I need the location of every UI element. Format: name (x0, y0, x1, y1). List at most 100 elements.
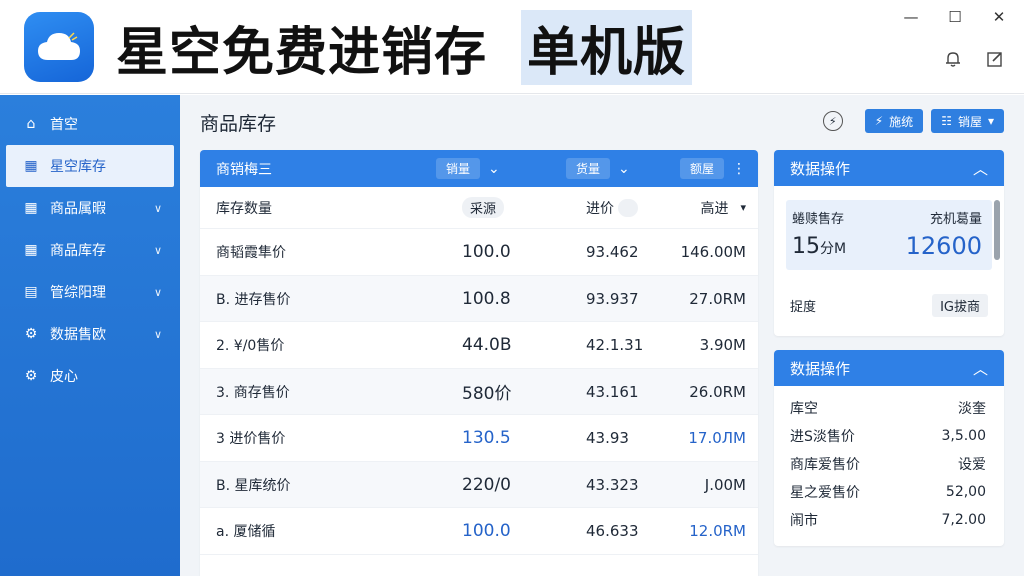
table-row[interactable]: B. 星库统价 220/0 43.323 J.00M (200, 461, 758, 508)
stat-value-left-number: 15 (792, 234, 820, 259)
more-icon[interactable]: ⋮ (732, 161, 746, 177)
cell-total: 12.0RM (689, 522, 746, 541)
list-icon: ☷ (941, 114, 952, 128)
close-button[interactable]: ✕ (988, 6, 1010, 28)
sidebar-item-home[interactable]: ⌂ 首空 (0, 103, 180, 145)
cell-qty: 100.8 (462, 288, 511, 309)
cell-price: 93.937 (586, 289, 639, 308)
kv-value: 7,2.00 (941, 512, 986, 528)
table-row[interactable]: B. 进存售价 100.8 93.937 27.0RM (200, 275, 758, 322)
cell-name: B. 星库统价 (216, 477, 291, 494)
chevron-up-icon[interactable]: ︿ (973, 358, 988, 379)
app-logo (24, 12, 94, 82)
stat-value-left: 15分M (792, 234, 846, 259)
progress-line: 捉度 IG拔商 (790, 294, 988, 317)
sidebar-item-center[interactable]: ⚙ 皮心 (0, 355, 180, 397)
filter-amount[interactable]: 额屋 ⋮ (679, 158, 746, 179)
window-controls: — ☐ ✕ (900, 6, 1010, 28)
title-bar: 星空免费进销存 单机版 — ☐ ✕ (0, 0, 1024, 94)
grid-icon: ▦ (24, 158, 38, 174)
maximize-button[interactable]: ☐ (944, 6, 966, 28)
cell-name: 商韬霞隼价 (216, 245, 286, 262)
table-head: 商销梅三 销量 ⌄ 货量 ⌄ 额屋 ⋮ (200, 150, 758, 187)
cell-qty: 220/0 (462, 474, 511, 495)
table-row[interactable]: a. 厦储循 100.0 46.633 12.0RM (200, 508, 758, 555)
cell-qty: 130.5 (462, 428, 511, 449)
kv-label: 进S淡售价 (790, 429, 855, 445)
power-icon[interactable]: ⚡ (822, 111, 843, 131)
table-row[interactable]: 3 进价售价 130.5 43.93 17.0ЛM (200, 415, 758, 462)
table-row[interactable]: 3. 商存售价 580价 43.161 26.0RM (200, 368, 758, 415)
stat-value-left-suffix: 分M (820, 241, 847, 257)
filter-sales[interactable]: 销量 ⌄ (436, 158, 500, 179)
page-actions: ⚡ ⚡ 施统 ☷ 销屋 ▾ (822, 109, 1004, 133)
sidebar-item-label: 商品库存 (50, 243, 106, 259)
filter-stock[interactable]: 货量 ⌄ (566, 158, 630, 179)
sidebar-item-data[interactable]: ⚙ 数据售欧 ∨ (0, 313, 180, 355)
card-header[interactable]: 数据操作 ︿ (774, 150, 1004, 186)
data-card-summary: 数据操作 ︿ 蜷赎售存 充机葛量 15分M 12600 捉度 IG拔商 (774, 150, 1004, 336)
app-title-text: 星空免费进销存 (116, 22, 488, 83)
cell-total: 27.0RM (689, 289, 746, 308)
sidebar-item-products[interactable]: ▦ 商品属暇 ∨ (0, 187, 180, 229)
data-card-operations: 数据操作 ︿ 库空 淡奎 进S淡售价 3,5.00 商库爱售价 设爱 星之爱售价 52,00 闹… (774, 350, 1004, 546)
table-row[interactable]: 商韬霞隼价 100.0 93.462 146.00M (200, 229, 758, 276)
progress-value: IG拔商 (932, 294, 988, 317)
scrollbar[interactable] (994, 200, 1000, 260)
cell-price: 43.323 (586, 475, 639, 494)
inventory-table: 商销梅三 销量 ⌄ 货量 ⌄ 额屋 ⋮ 库存数量 采源 进价 高进 ▾ 商韬霞隼价… (200, 150, 758, 576)
cell-price: 46.633 (586, 522, 639, 541)
cell-price: 42.1.31 (586, 336, 644, 355)
stat-value-right: 12600 (905, 232, 982, 260)
edit-icon[interactable] (984, 48, 1006, 70)
action-button[interactable]: ⚡ 施统 (864, 109, 924, 133)
sidebar-item-product-stock[interactable]: ▦ 商品库存 ∨ (0, 229, 180, 271)
stat-label-right: 充机葛量 (929, 212, 982, 227)
card-title: 数据操作 (790, 159, 851, 178)
column-header-quantity[interactable]: 库存数量 (216, 198, 272, 218)
kv-value: 52,00 (945, 484, 986, 500)
sales-dropdown-label: 销屋 (957, 114, 982, 129)
gear-icon: ⚙ (24, 326, 38, 342)
sales-dropdown-button[interactable]: ☷ 销屋 ▾ (931, 109, 1004, 133)
minimize-button[interactable]: — (900, 6, 922, 28)
cell-name: B. 进存售价 (216, 291, 291, 308)
kv-label: 星之爱售价 (790, 485, 860, 501)
chevron-down-icon: ∨ (153, 285, 162, 299)
sidebar-item-inventory[interactable]: ▦ 星空库存 (6, 145, 174, 187)
column-header-price[interactable]: 进价 (586, 198, 638, 218)
stat-box: 蜷赎售存 充机葛量 15分M 12600 (786, 200, 992, 270)
bell-icon[interactable] (942, 48, 964, 70)
kv-item: 库空 淡奎 (790, 394, 986, 422)
cell-name: 2. ¥/0售价 (216, 338, 285, 355)
sidebar-item-label: 皮心 (50, 369, 78, 385)
kv-value: 淡奎 (958, 401, 986, 417)
kv-label: 商库爱售价 (790, 457, 860, 473)
cell-total: 26.0RM (689, 382, 746, 401)
sort-icon (618, 198, 638, 217)
card-header[interactable]: 数据操作 ︿ (774, 350, 1004, 386)
chevron-down-icon: ∨ (153, 327, 162, 341)
table-title-text: 商销梅三 (216, 161, 272, 178)
column-headers: 库存数量 采源 进价 高进 ▾ (200, 187, 758, 229)
toolbar-icons (942, 48, 1006, 70)
cell-qty: 44.0B (462, 335, 512, 356)
sidebar-item-management[interactable]: ▤ 管综阳理 ∨ (0, 271, 180, 313)
gear-icon: ⚙ (24, 368, 38, 384)
kv-value: 3,5.00 (941, 428, 986, 444)
chevron-up-icon[interactable]: ︿ (973, 158, 988, 179)
filter-stock-label: 货量 (566, 158, 611, 179)
column-header-total[interactable]: 高进 ▾ (700, 198, 746, 218)
app-title: 星空免费进销存 单机版 (116, 9, 693, 85)
progress-label: 捉度 (790, 300, 817, 315)
sidebar: ⌂ 首空 ▦ 星空库存 ▦ 商品属暇 ∨ ▦ 商品库存 ∨ ▤ 管综阳理 ∨ ⚙… (0, 95, 180, 576)
grid-icon: ▦ (24, 242, 38, 258)
chevron-down-icon: ∨ (153, 201, 162, 215)
grid-icon: ▦ (24, 200, 38, 216)
sidebar-item-label: 数据售欧 (50, 327, 106, 343)
cell-qty: 100.0 (462, 521, 511, 542)
column-header-source[interactable]: 采源 (462, 197, 505, 218)
chevron-down-icon: ⌄ (488, 160, 500, 177)
table-row[interactable]: 2. ¥/0售价 44.0B 42.1.31 3.90M (200, 322, 758, 369)
cell-price: 43.93 (586, 429, 629, 448)
